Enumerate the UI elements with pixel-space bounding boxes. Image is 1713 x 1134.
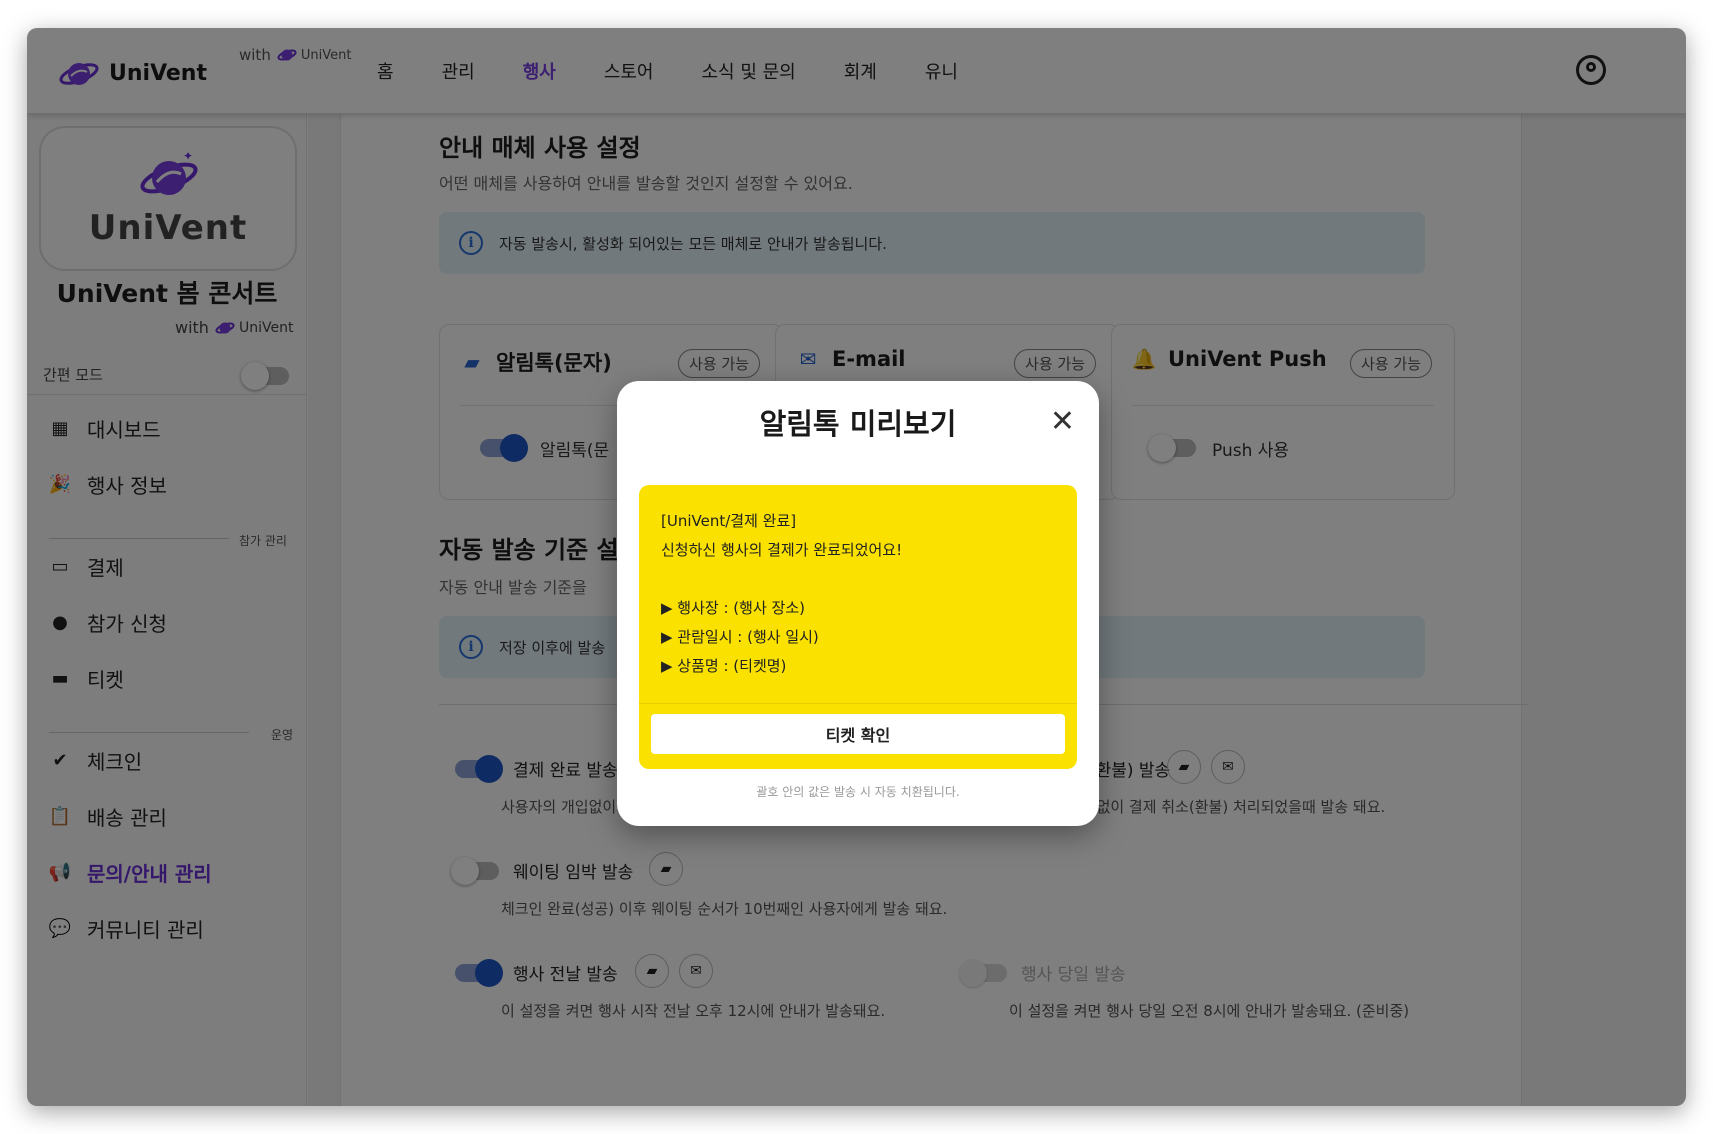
alimtalk-preview-modal: 알림톡 미리보기 ✕ [UniVent/결제 완료] 신청하신 행사의 결제가 … — [617, 381, 1099, 826]
ticket-check-button[interactable]: 티켓 확인 — [651, 714, 1065, 754]
modal-title: 알림톡 미리보기 — [759, 407, 957, 441]
message-body: [UniVent/결제 완료] 신청하신 행사의 결제가 완료되었어요! ▶ 행… — [661, 512, 903, 675]
message-footer: 티켓 확인 — [639, 703, 1077, 769]
kakao-message-preview: [UniVent/결제 완료] 신청하신 행사의 결제가 완료되었어요! ▶ 행… — [639, 485, 1077, 769]
close-icon[interactable]: ✕ — [1050, 407, 1075, 437]
modal-note: 괄호 안의 값은 발송 시 자동 치환됩니다. — [756, 785, 960, 799]
